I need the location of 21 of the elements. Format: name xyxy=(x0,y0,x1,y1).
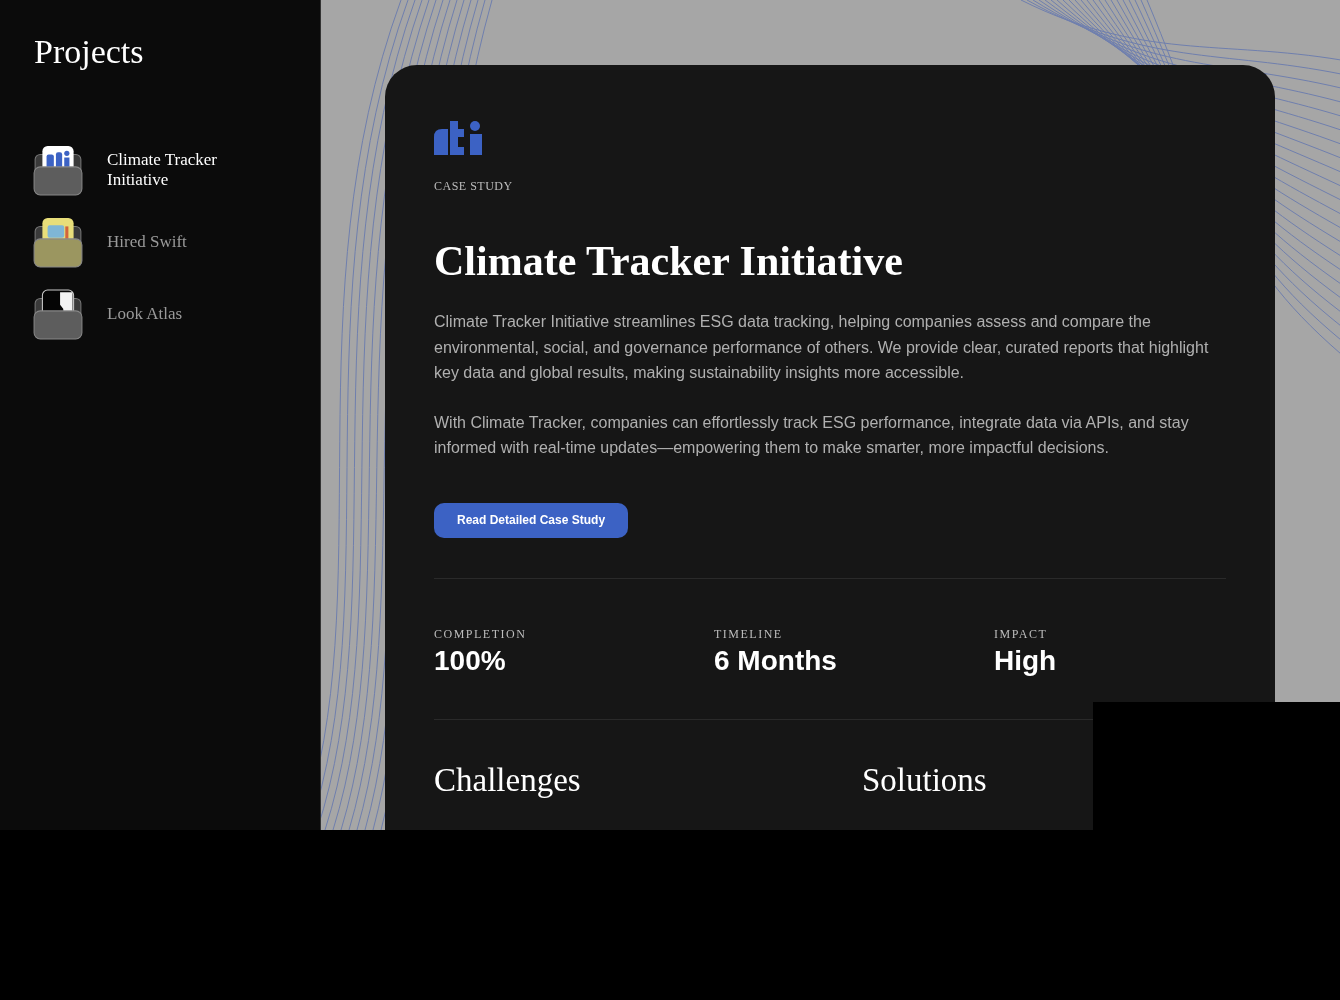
section-heading: Solutions xyxy=(862,760,988,800)
description-paragraph: Climate Tracker Initiative streamlines ESG data tracking, helping companies assess and compare the environmental, social, and governance performance of others. We provide clear, curated reports that highlight key data and global results, making sustainability insights more accessible. xyxy=(434,312,1210,383)
section-heading: Challenges xyxy=(434,760,582,800)
project-link[interactable]: Climate Tracker Initiative xyxy=(107,150,257,190)
eyebrow-label: CASE STUDY xyxy=(434,178,514,195)
read-case-study-button[interactable]: Read Detailed Case Study xyxy=(434,502,629,538)
project-folder-icon xyxy=(33,144,83,196)
case-study-title: Climate Tracker Initiative xyxy=(434,237,904,286)
project-link[interactable]: Hired Swift xyxy=(107,232,257,252)
description-paragraph: With Climate Tracker, companies can effortlessly track ESG performance, integrate data via APIs, and stay informed with real-time updates—empowering them to make smarter, more impactful decisions. xyxy=(434,412,1190,458)
stat-label: COMPLETION xyxy=(434,625,528,643)
project-link[interactable]: Look Atlas xyxy=(107,304,257,324)
stat-value: 6 Months xyxy=(714,643,838,678)
project-folder-icon xyxy=(33,216,83,268)
logo-icon xyxy=(434,121,482,155)
stat-label: IMPACT xyxy=(994,625,1049,643)
stat-value: 100% xyxy=(434,643,507,678)
project-folder-icon xyxy=(33,288,83,340)
stat-label: TIMELINE xyxy=(714,625,784,643)
sidebar-title: Projects xyxy=(34,32,145,72)
stat-value: High xyxy=(994,643,1058,678)
